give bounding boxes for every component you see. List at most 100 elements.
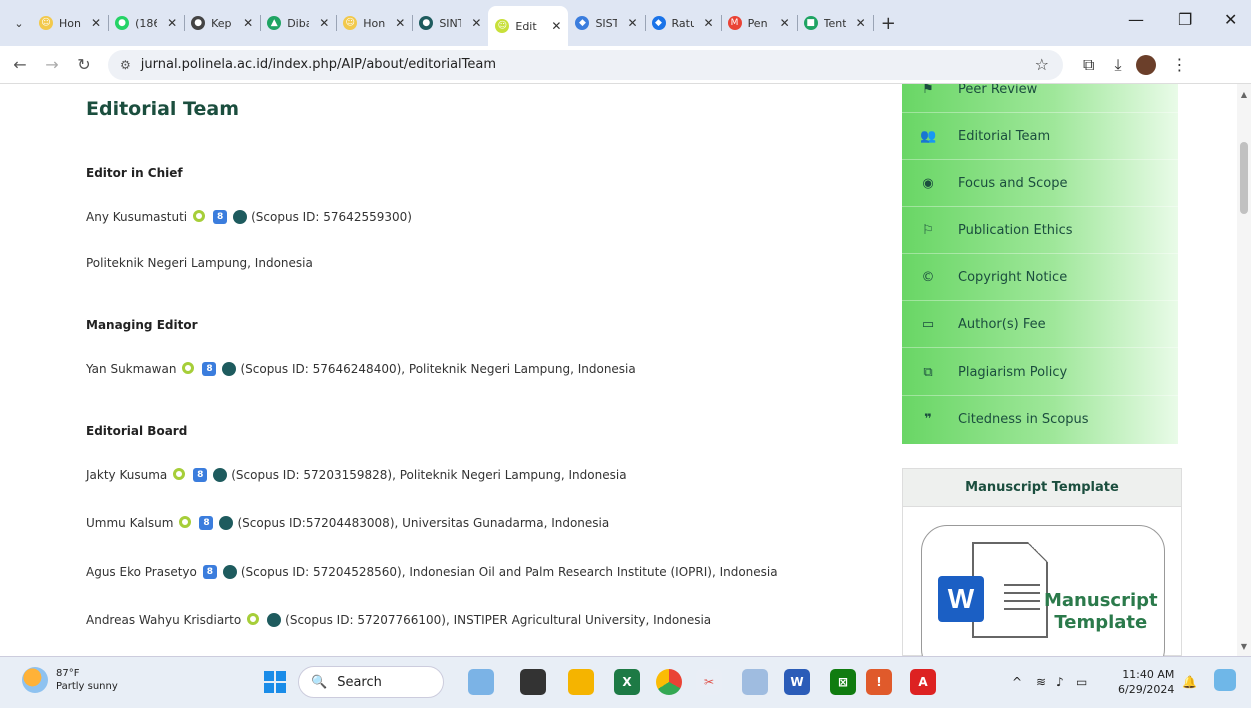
close-tab-icon[interactable]: ✕ xyxy=(780,16,790,30)
forward-icon[interactable]: → xyxy=(40,55,64,74)
scopus-icon[interactable] xyxy=(267,613,282,627)
browser-tab[interactable]: ☺ Hon ✕ xyxy=(32,6,110,40)
profile-avatar[interactable] xyxy=(1135,54,1156,75)
snipping-tool-icon[interactable]: ✂ xyxy=(696,669,722,695)
close-tab-icon[interactable]: ✕ xyxy=(627,16,637,30)
address-bar: ← → ↻ ⚙ jurnal.polinela.ac.id/index.php/… xyxy=(0,46,1251,84)
scopus-icon[interactable] xyxy=(222,565,237,579)
page-scrollbar[interactable]: ▲ ▼ xyxy=(1237,84,1251,656)
manuscript-template-link[interactable]: W Manuscript Template xyxy=(921,525,1165,656)
sidebar-item-peer-review[interactable]: ⚑ Peer Review xyxy=(902,84,1178,113)
scopus-icon[interactable] xyxy=(233,210,248,224)
file-explorer-icon[interactable] xyxy=(568,669,594,695)
restore-icon[interactable]: ❐ xyxy=(1178,10,1192,29)
url-input[interactable]: ⚙ jurnal.polinela.ac.id/index.php/AIP/ab… xyxy=(108,49,1063,80)
excel-icon[interactable]: X xyxy=(614,669,640,695)
browser-tab[interactable]: ◆ Ratu ✕ xyxy=(645,6,722,40)
scopus-icon[interactable] xyxy=(219,516,234,530)
download-icon[interactable]: ⤓ xyxy=(1114,55,1121,75)
scroll-down-icon[interactable]: ▼ xyxy=(1237,642,1251,651)
sidebar-item-citedness[interactable]: ❞ Citedness in Scopus xyxy=(902,396,1178,443)
orcid-icon[interactable] xyxy=(173,468,187,482)
close-tab-icon[interactable]: ✕ xyxy=(471,16,481,30)
url-text: jurnal.polinela.ac.id/index.php/AIP/abou… xyxy=(140,57,497,72)
app-icon[interactable]: ! xyxy=(866,669,892,695)
close-tab-icon[interactable]: ✕ xyxy=(319,16,329,30)
scopus-icon[interactable] xyxy=(222,362,237,376)
windows-start-icon[interactable] xyxy=(264,671,286,693)
acrobat-icon[interactable]: A xyxy=(910,669,936,695)
orcid-icon[interactable] xyxy=(193,210,207,224)
reload-icon[interactable]: ↻ xyxy=(72,55,96,74)
browser-tab[interactable]: ◆ SIST ✕ xyxy=(568,6,646,40)
show-hidden-icons[interactable]: ^ xyxy=(1012,675,1022,689)
close-tab-icon[interactable]: ✕ xyxy=(856,16,866,30)
sidebar-item-plagiarism[interactable]: ⧉ Plagiarism Policy xyxy=(902,349,1178,396)
control-panel-icon[interactable] xyxy=(742,669,768,695)
sidebar-item-editorial-team[interactable]: 👥 Editorial Team xyxy=(902,113,1178,160)
orcid-icon[interactable] xyxy=(182,362,196,376)
tab-favicon-icon: ◆ xyxy=(651,16,666,30)
google-scholar-icon[interactable]: 8 xyxy=(199,516,214,530)
google-scholar-icon[interactable]: 8 xyxy=(213,210,228,224)
back-icon[interactable]: ← xyxy=(8,55,32,74)
manuscript-template-panel: Manuscript Template W Manuscript Templat… xyxy=(902,468,1182,656)
orcid-icon[interactable] xyxy=(247,613,261,627)
person-row: Any Kusumastuti 8 (Scopus ID: 5764255930… xyxy=(86,210,412,224)
tab-search-button[interactable]: ⌄ xyxy=(6,10,32,36)
notification-bell-icon[interactable]: 🔔 xyxy=(1182,675,1197,689)
browser-tab[interactable]: ● (186 ✕ xyxy=(108,6,186,40)
weather-condition: Partly sunny xyxy=(56,681,118,692)
task-view-icon[interactable] xyxy=(520,669,546,695)
browser-tab[interactable]: ● Kep ✕ xyxy=(184,6,262,40)
browser-tab[interactable]: ☺ Edit ✕ xyxy=(488,6,569,46)
wifi-icon[interactable]: ≋ xyxy=(1036,675,1046,689)
menu-kebab-icon[interactable]: ⋮ xyxy=(1172,55,1188,74)
orcid-icon[interactable] xyxy=(179,516,193,530)
credit-card-icon: ▭ xyxy=(921,317,935,332)
xbox-icon[interactable]: ⊠ xyxy=(830,669,856,695)
copilot-icon[interactable] xyxy=(1214,669,1236,691)
chrome-icon[interactable] xyxy=(656,669,682,695)
tab-title: SINT xyxy=(439,16,462,30)
close-tab-icon[interactable]: ✕ xyxy=(551,19,561,33)
browser-tab[interactable]: ☺ Hon ✕ xyxy=(336,6,414,40)
new-tab-button[interactable]: + xyxy=(881,13,896,34)
browser-tab[interactable]: M Pen ✕ xyxy=(721,6,798,40)
scroll-thumb[interactable] xyxy=(1240,142,1248,214)
close-window-icon[interactable]: ✕ xyxy=(1224,10,1237,29)
close-tab-icon[interactable]: ✕ xyxy=(704,16,714,30)
browser-tab[interactable]: ● SINT ✕ xyxy=(412,6,490,40)
google-scholar-icon[interactable]: 8 xyxy=(193,468,208,482)
person-name: Andreas Wahyu Krisdiarto xyxy=(86,613,242,627)
battery-icon[interactable]: ▭ xyxy=(1076,675,1087,689)
bookmark-star-icon[interactable]: ☆ xyxy=(1035,55,1049,74)
browser-tab[interactable]: ▲ Diba ✕ xyxy=(260,6,338,40)
word-app-icon[interactable]: W xyxy=(784,669,810,695)
close-tab-icon[interactable]: ✕ xyxy=(395,16,405,30)
volume-icon[interactable]: ♪ xyxy=(1056,675,1064,689)
taskbar-search[interactable]: 🔍 Search xyxy=(298,666,444,698)
temperature: 87°F xyxy=(56,668,80,679)
close-tab-icon[interactable]: ✕ xyxy=(243,16,253,30)
close-tab-icon[interactable]: ✕ xyxy=(167,16,177,30)
person-row: Ummu Kalsum 8 (Scopus ID:57204483008), U… xyxy=(86,516,609,530)
weather-widget[interactable]: 87°F Partly sunny xyxy=(22,667,118,693)
google-scholar-icon[interactable]: 8 xyxy=(202,362,217,376)
site-info-icon[interactable]: ⚙ xyxy=(120,58,131,72)
sidebar-item-focus-scope[interactable]: ◉ Focus and Scope xyxy=(902,160,1178,207)
sidebar-item-author-fee[interactable]: ▭ Author(s) Fee xyxy=(902,301,1178,348)
google-scholar-icon[interactable]: 8 xyxy=(202,565,217,579)
browser-tab[interactable]: ■ Tent ✕ xyxy=(797,6,874,40)
tab-title: Kep xyxy=(211,16,232,30)
widgets-app-icon[interactable] xyxy=(468,669,494,695)
clock[interactable]: 11:40 AM 6/29/2024 xyxy=(1118,667,1174,697)
sidebar-item-publication-ethics[interactable]: ⚐ Publication Ethics xyxy=(902,207,1178,254)
tab-title: (186 xyxy=(135,16,158,30)
scroll-up-icon[interactable]: ▲ xyxy=(1237,90,1251,99)
close-tab-icon[interactable]: ✕ xyxy=(91,16,101,30)
scopus-icon[interactable] xyxy=(213,468,228,482)
extensions-icon[interactable]: ⧉ xyxy=(1083,55,1094,75)
sidebar-item-copyright[interactable]: © Copyright Notice xyxy=(902,254,1178,301)
minimize-icon[interactable]: — xyxy=(1128,10,1144,29)
